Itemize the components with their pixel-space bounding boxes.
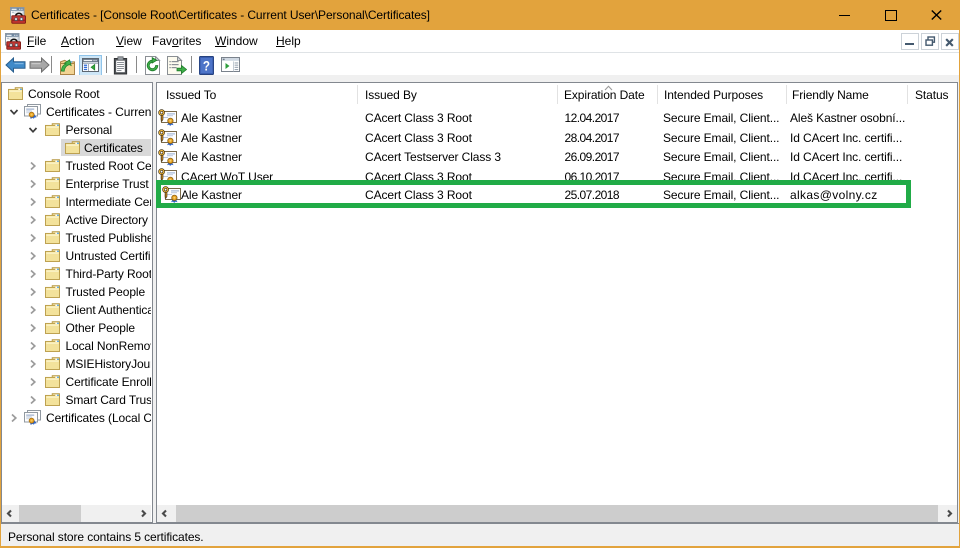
svg-text:?: ?: [203, 57, 210, 73]
